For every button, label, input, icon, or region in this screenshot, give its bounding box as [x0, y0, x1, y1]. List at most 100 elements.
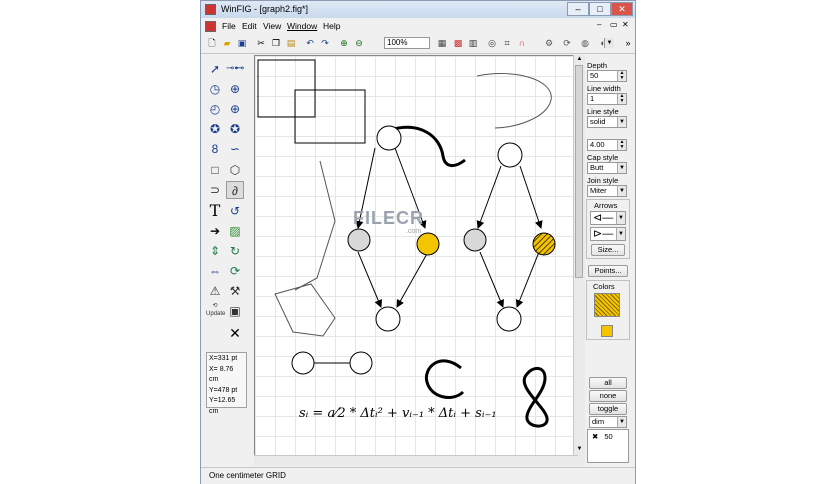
- figure-eight-curve[interactable]: [522, 367, 549, 428]
- arrow-backward-select[interactable]: ⊳— ▼: [590, 227, 626, 241]
- edit-point-icon[interactable]: ⚒: [226, 282, 244, 300]
- spline-curve[interactable]: [476, 73, 552, 129]
- menu-window[interactable]: Window: [287, 21, 317, 31]
- depth-list[interactable]: ✖ 50: [587, 429, 629, 463]
- grid-icon[interactable]: ▦: [436, 37, 448, 49]
- fill-color-swatch[interactable]: [594, 293, 620, 317]
- spin-arrows-icon[interactable]: ▲ ▼: [617, 94, 626, 104]
- graph-node[interactable]: [375, 306, 401, 332]
- graph-node[interactable]: [532, 232, 556, 256]
- move-icon[interactable]: ⇕: [206, 242, 224, 260]
- globe-settings-icon[interactable]: ◐: [597, 37, 609, 49]
- color-palette-icon[interactable]: ▩: [452, 37, 464, 49]
- graph-node[interactable]: [347, 228, 371, 252]
- rotate-tool-icon[interactable]: ↻: [226, 242, 244, 260]
- thick-spline-curve[interactable]: [389, 125, 466, 167]
- flip-icon[interactable]: ⇔: [206, 262, 224, 280]
- scroll-up-icon[interactable]: ▲: [575, 55, 584, 64]
- chevron-down-icon[interactable]: ▼: [617, 417, 626, 427]
- minimize-button[interactable]: –: [567, 2, 589, 16]
- scroll-down-icon[interactable]: ▼: [575, 445, 584, 454]
- export-icon[interactable]: ▥: [467, 37, 479, 49]
- undo-icon[interactable]: ↶: [304, 37, 316, 49]
- polygon-shape[interactable]: [274, 283, 336, 337]
- menu-file[interactable]: File: [222, 21, 236, 31]
- dash-length-spinner[interactable]: 4.00 ▲ ▼: [587, 139, 627, 151]
- linewidth-spinner[interactable]: 1 ▲ ▼: [587, 93, 627, 105]
- rectangle-shape[interactable]: [257, 59, 316, 118]
- paste-icon[interactable]: ▤: [285, 37, 297, 49]
- update-icon[interactable]: ⟲ Update: [206, 302, 225, 320]
- open-spline-icon[interactable]: 8: [206, 140, 224, 158]
- closed-spline-icon[interactable]: ✪: [206, 120, 224, 138]
- picture-icon[interactable]: ▨: [226, 222, 244, 240]
- copy-icon[interactable]: ❐: [270, 37, 282, 49]
- polygon-icon[interactable]: ⬡: [226, 161, 244, 179]
- box-icon[interactable]: □: [206, 161, 224, 179]
- size-button[interactable]: Size...: [591, 244, 625, 256]
- chevron-down-icon[interactable]: ▼: [617, 186, 626, 196]
- snap-grid-icon[interactable]: ⌗: [501, 37, 513, 49]
- graph-node[interactable]: [349, 351, 373, 375]
- magnet-icon[interactable]: ∩: [516, 37, 528, 49]
- menu-view[interactable]: View: [263, 21, 281, 31]
- zoom-select[interactable]: 100% ▼: [384, 37, 614, 49]
- spin-arrows-icon[interactable]: ▲ ▼: [617, 71, 626, 81]
- graph-node[interactable]: [497, 142, 523, 168]
- graph-node[interactable]: [416, 232, 440, 256]
- pointer-icon[interactable]: ➚: [206, 60, 224, 78]
- redo-icon[interactable]: ↷: [319, 37, 331, 49]
- delete-icon[interactable]: ✕: [226, 324, 244, 342]
- drawing-canvas[interactable]: FILECR .com sᵢ = a⁄2 * Δtᵢ² + vᵢ₋₁ * Δtᵢ…: [254, 55, 578, 465]
- doc-close-button[interactable]: ✕: [622, 20, 629, 29]
- scroll-thumb[interactable]: [575, 65, 583, 278]
- toggle-button[interactable]: toggle: [589, 403, 627, 415]
- add-point-icon[interactable]: ⚠: [206, 282, 224, 300]
- linestyle-select[interactable]: solid ▼: [587, 116, 627, 128]
- graph-node[interactable]: [463, 228, 487, 252]
- new-file-icon[interactable]: 🗋: [206, 37, 218, 49]
- arrow-forward-select[interactable]: ⊲— ▼: [590, 211, 626, 225]
- save-icon[interactable]: ▣: [236, 37, 248, 49]
- polyline-icon[interactable]: ⊃: [206, 181, 224, 199]
- spin-arrows-icon[interactable]: ▲ ▼: [617, 140, 626, 150]
- points-button[interactable]: Points...: [588, 265, 628, 277]
- doc-minimize-button[interactable]: –: [597, 20, 601, 29]
- chevron-down-icon[interactable]: ▼: [616, 228, 625, 240]
- open-folder-icon[interactable]: ▰: [221, 37, 233, 49]
- zoom-out-icon[interactable]: ⊖: [353, 37, 365, 49]
- circle-diameter-icon[interactable]: ⊕: [226, 80, 244, 98]
- select-points-icon[interactable]: ⊸⊷: [226, 60, 244, 78]
- depth-list-item[interactable]: ✖ 50: [592, 432, 613, 441]
- check-icon[interactable]: ✖: [592, 432, 598, 441]
- chevron-down-icon[interactable]: ▼: [616, 212, 625, 224]
- ellipse-radius-icon[interactable]: ◴: [206, 100, 224, 118]
- chevron-down-icon[interactable]: ▼: [617, 163, 626, 173]
- circle-radius-icon[interactable]: ◷: [206, 80, 224, 98]
- c-shape-curve[interactable]: [424, 359, 465, 399]
- vertical-scrollbar[interactable]: ▲ ▼: [573, 55, 585, 465]
- close-button[interactable]: ✕: [611, 2, 633, 16]
- zoom-fit-icon[interactable]: ◎: [486, 37, 498, 49]
- library-icon[interactable]: ⚙: [543, 37, 555, 49]
- dim-select[interactable]: dim ▼: [589, 416, 627, 428]
- arc-icon[interactable]: ↺: [226, 202, 244, 220]
- rotate-cw-icon[interactable]: ⟳: [226, 262, 244, 280]
- open-interp-spline-icon[interactable]: ∽: [226, 140, 244, 158]
- ellipse-diameter-icon[interactable]: ⊕: [226, 100, 244, 118]
- math-formula[interactable]: sᵢ = a⁄2 * Δtᵢ² + vᵢ₋₁ * Δtᵢ + sᵢ₋₁: [299, 406, 497, 421]
- horizontal-scrollbar[interactable]: [254, 455, 578, 466]
- graph-node[interactable]: [496, 306, 522, 332]
- cut-icon[interactable]: ✂: [255, 37, 267, 49]
- select-none-button[interactable]: none: [589, 390, 627, 402]
- graph-node[interactable]: [291, 351, 315, 375]
- toolbar-overflow-icon[interactable]: »: [622, 37, 634, 49]
- depth-spinner[interactable]: 50 ▲ ▼: [587, 70, 627, 82]
- globe-icon[interactable]: ◍: [579, 37, 591, 49]
- closed-interp-spline-icon[interactable]: ✪: [226, 120, 244, 138]
- graph-node[interactable]: [376, 125, 402, 151]
- polyline-shape[interactable]: [294, 160, 336, 291]
- freehand-spline-icon[interactable]: ∂: [226, 181, 244, 199]
- doc-restore-button[interactable]: ▭: [610, 20, 618, 29]
- menu-edit[interactable]: Edit: [242, 21, 257, 31]
